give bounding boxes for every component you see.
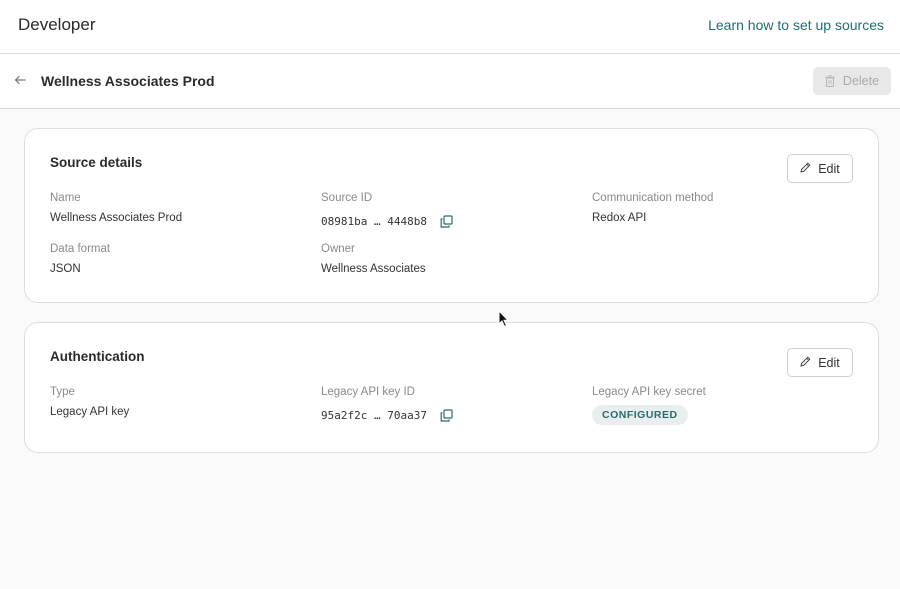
source-details-title: Source details	[50, 155, 143, 170]
owner-value: Wellness Associates	[321, 263, 426, 275]
pencil-icon	[800, 356, 811, 370]
page-title: Developer	[18, 15, 96, 34]
source-id-value: 08981ba … 4448b8	[321, 215, 427, 228]
delete-button-label: Delete	[842, 74, 880, 88]
trash-icon	[825, 75, 835, 87]
api-key-secret-label: Legacy API key secret	[592, 386, 706, 398]
authentication-title: Authentication	[50, 349, 145, 364]
mouse-pointer-icon	[498, 309, 510, 328]
name-value: Wellness Associates Prod	[50, 212, 183, 224]
authentication-card: Authentication Edit Type Legacy API key …	[24, 322, 879, 453]
data-format-label: Data format	[50, 243, 111, 255]
type-label: Type	[50, 386, 75, 398]
edit-button-label: Edit	[818, 161, 840, 176]
arrow-left-icon-svg	[14, 75, 26, 85]
learn-setup-link[interactable]: Learn how to set up sources	[708, 17, 884, 33]
arrow-left-icon[interactable]	[14, 72, 30, 90]
edit-source-details-button[interactable]: Edit	[787, 154, 853, 183]
top-bar: Developer Learn how to set up sources	[0, 0, 900, 54]
data-format-value: JSON	[50, 263, 81, 275]
copy-icon[interactable]	[440, 409, 453, 422]
source-name-heading: Wellness Associates Prod	[41, 73, 215, 89]
communication-method-label: Communication method	[592, 192, 714, 204]
edit-button-label: Edit	[818, 355, 840, 370]
source-details-card: Source details Edit Name Wellness Associ…	[24, 128, 879, 303]
api-key-id-value: 95a2f2c … 70aa37	[321, 409, 427, 422]
type-value: Legacy API key	[50, 406, 130, 418]
owner-label: Owner	[321, 243, 355, 255]
communication-method-value: Redox API	[592, 212, 647, 224]
source-id-label: Source ID	[321, 192, 373, 204]
pencil-icon	[800, 162, 811, 176]
name-label: Name	[50, 192, 81, 204]
api-key-id-label: Legacy API key ID	[321, 386, 415, 398]
configured-status-badge: CONFIGURED	[592, 405, 688, 425]
delete-button[interactable]: Delete	[813, 67, 891, 95]
copy-icon[interactable]	[440, 215, 453, 228]
edit-authentication-button[interactable]: Edit	[787, 348, 853, 377]
